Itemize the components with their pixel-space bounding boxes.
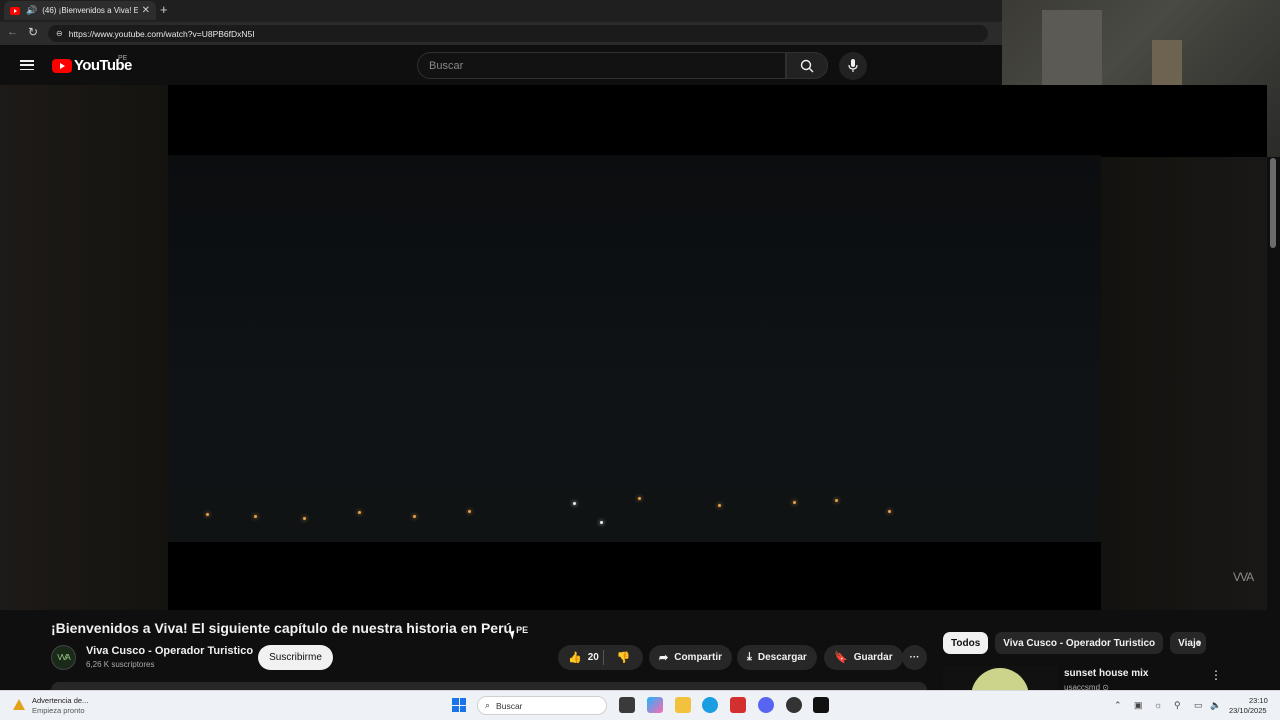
menu-icon[interactable] bbox=[20, 60, 34, 71]
download-icon: ⤓ bbox=[747, 651, 752, 663]
save-button[interactable]: 🔖 Guardar bbox=[824, 645, 903, 670]
dislike-icon[interactable]: 👎 bbox=[617, 651, 631, 664]
windows-taskbar bbox=[0, 690, 1280, 720]
microphone-icon bbox=[848, 59, 858, 72]
channel-name[interactable]: Viva Cusco - Operador Turistico bbox=[86, 645, 253, 657]
weather-widget-title[interactable]: Advertencia de... bbox=[32, 696, 88, 705]
city-light bbox=[835, 499, 838, 502]
taskbar-search[interactable]: ⌕ Buscar bbox=[477, 696, 607, 715]
capcut-icon[interactable] bbox=[813, 697, 829, 713]
city-light bbox=[888, 510, 891, 513]
bookmark-icon: 🔖 bbox=[834, 652, 848, 664]
display-icon[interactable]: ▭ bbox=[1194, 700, 1203, 711]
search-input[interactable]: Buscar bbox=[417, 52, 786, 79]
warning-icon[interactable] bbox=[13, 699, 25, 710]
clock-date[interactable]: 23/10/2025 bbox=[1229, 706, 1267, 715]
share-icon: ➦ bbox=[659, 652, 669, 664]
download-label: Descargar bbox=[757, 652, 807, 663]
speaker-icon[interactable]: 🔊 bbox=[26, 5, 37, 16]
recommendation-thumbnail[interactable] bbox=[943, 666, 1058, 690]
chip-channel[interactable]: Viva Cusco - Operador Turistico bbox=[995, 632, 1164, 654]
copilot-icon[interactable] bbox=[647, 697, 663, 713]
country-code: PE bbox=[118, 55, 128, 62]
tray-app-icon[interactable]: ☼ bbox=[1154, 700, 1162, 710]
task-view-icon[interactable] bbox=[619, 697, 635, 713]
discord-icon[interactable] bbox=[758, 697, 774, 713]
city-light bbox=[413, 515, 416, 518]
scrollbar-thumb[interactable] bbox=[1270, 158, 1276, 248]
download-button[interactable]: ⤓ Descargar bbox=[737, 645, 817, 670]
city-light bbox=[793, 501, 796, 504]
chevron-right-icon[interactable]: › bbox=[1197, 636, 1201, 650]
more-actions-button[interactable]: ··· bbox=[902, 645, 927, 670]
video-frame[interactable] bbox=[168, 155, 1101, 542]
city-light bbox=[600, 521, 603, 524]
recommendation-menu-icon[interactable]: ⋮ bbox=[1210, 668, 1222, 682]
search-icon: ⌕ bbox=[485, 700, 491, 710]
filter-chips: Todos Viva Cusco - Operador Turistico Vi… bbox=[943, 632, 1213, 655]
like-icon[interactable]: 👍 bbox=[568, 651, 582, 664]
search-icon bbox=[800, 59, 814, 72]
volume-icon[interactable]: 🔈 bbox=[1210, 700, 1221, 711]
title-country-badge: PE bbox=[516, 625, 529, 635]
new-tab-button[interactable]: + bbox=[160, 2, 168, 17]
browser-tab[interactable]: 🔊 (46) ¡Bienvenidos a Viva! El s ✕ bbox=[4, 1, 156, 20]
like-dislike-group: 👍 20 👎 bbox=[558, 645, 643, 670]
vinyl-disc-image bbox=[971, 668, 1029, 690]
like-divider bbox=[603, 650, 604, 665]
city-light bbox=[573, 502, 576, 505]
network-icon[interactable]: ⚲ bbox=[1174, 700, 1181, 711]
wps-office-icon[interactable] bbox=[730, 697, 746, 713]
ambient-glow-left bbox=[0, 85, 168, 610]
windows-start-icon[interactable] bbox=[452, 698, 466, 712]
like-count[interactable]: 20 bbox=[588, 652, 599, 663]
clock-time[interactable]: 23:10 bbox=[1249, 696, 1268, 705]
city-light bbox=[718, 504, 721, 507]
ambient-glow-right bbox=[1101, 157, 1267, 610]
chip-todos[interactable]: Todos bbox=[943, 632, 989, 654]
file-explorer-icon[interactable] bbox=[675, 697, 691, 713]
youtube-play-icon bbox=[52, 58, 72, 73]
city-light bbox=[303, 517, 306, 520]
tab-title: (46) ¡Bienvenidos a Viva! El s bbox=[42, 6, 138, 15]
obs-studio-icon[interactable] bbox=[786, 697, 802, 713]
youtube-favicon-icon bbox=[10, 6, 20, 15]
url-field[interactable]: ⊖ https://www.youtube.com/watch?v=U8PB6f… bbox=[48, 25, 988, 42]
city-light bbox=[358, 511, 361, 514]
weather-widget-subtitle[interactable]: Empieza pronto bbox=[32, 706, 85, 715]
description-box[interactable] bbox=[51, 682, 927, 690]
share-label: Compartir bbox=[674, 652, 723, 663]
reload-icon[interactable]: ↻ bbox=[28, 25, 38, 39]
site-info-icon[interactable]: ⊖ bbox=[56, 29, 63, 38]
subscriber-count: 6,26 K suscriptores bbox=[86, 660, 155, 669]
city-light bbox=[468, 510, 471, 513]
tray-app-icon[interactable]: ▣ bbox=[1134, 700, 1143, 711]
video-title-text: ¡Bienvenidos a Viva! El siguiente capítu… bbox=[51, 620, 513, 636]
taskbar-search-label: Buscar bbox=[496, 700, 523, 711]
subscribe-button[interactable]: Suscribirme bbox=[258, 645, 333, 670]
voice-search-button[interactable] bbox=[839, 52, 867, 80]
video-title: ¡Bienvenidos a Viva! El siguiente capítu… bbox=[51, 620, 528, 636]
search-button[interactable] bbox=[786, 52, 828, 79]
channel-watermark[interactable]: VVA bbox=[1233, 570, 1254, 584]
city-light bbox=[638, 497, 641, 500]
city-light bbox=[206, 513, 209, 516]
chevron-up-icon[interactable]: ⌃ bbox=[1114, 700, 1122, 711]
recommendation-title[interactable]: sunset house mix bbox=[1064, 668, 1148, 679]
channel-avatar[interactable]: VVA bbox=[51, 645, 76, 670]
back-arrow-icon[interactable]: ← bbox=[7, 26, 18, 38]
city-light bbox=[254, 515, 257, 518]
save-label: Guardar bbox=[853, 652, 893, 663]
edge-browser-icon[interactable] bbox=[702, 697, 718, 713]
share-button[interactable]: ➦ Compartir bbox=[649, 645, 733, 670]
url-text: https://www.youtube.com/watch?v=U8PB6fDx… bbox=[68, 28, 255, 39]
close-tab-icon[interactable]: ✕ bbox=[142, 5, 150, 16]
